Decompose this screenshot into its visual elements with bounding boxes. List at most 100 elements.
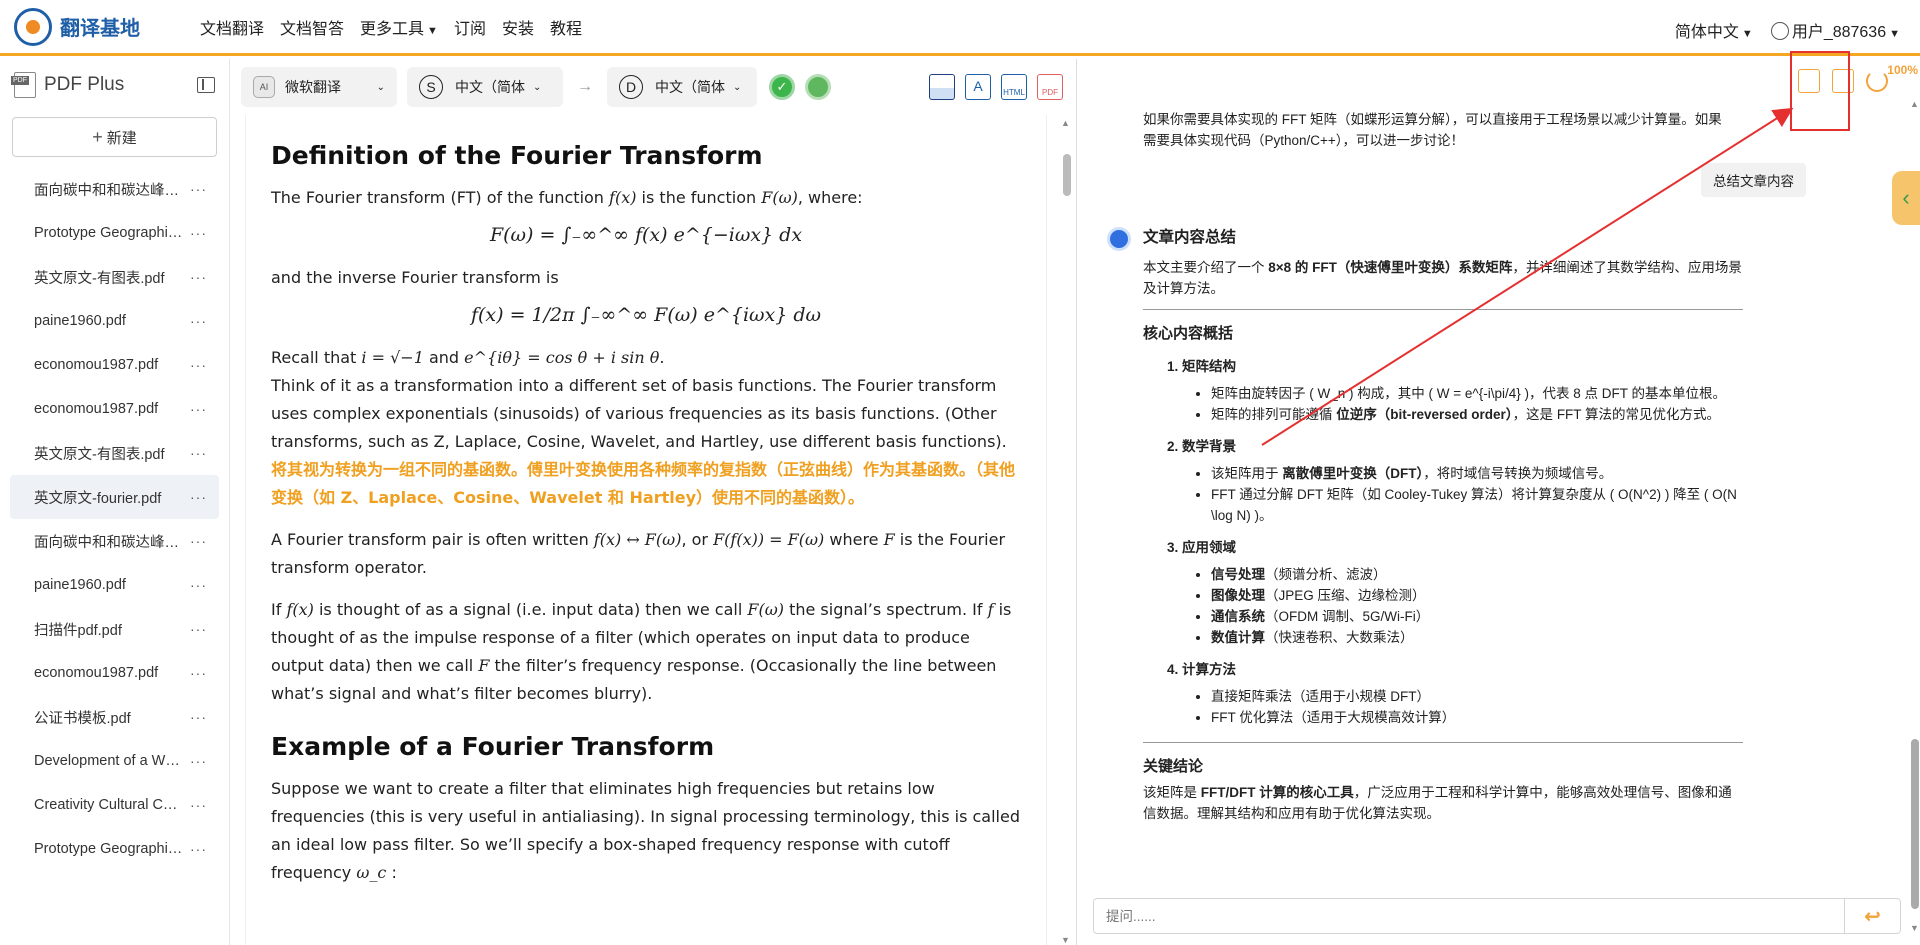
more-options-icon[interactable]: ··· bbox=[190, 841, 207, 857]
source-language-select[interactable]: S 中文（简体 ⌄ bbox=[407, 67, 563, 107]
key-title: 关键结论 bbox=[1143, 758, 1204, 775]
text: 矩阵的排列可能遵循 bbox=[1211, 407, 1337, 422]
engine-select[interactable]: AI 微软翻译 ⌄ bbox=[241, 67, 397, 107]
target-language-select[interactable]: D 中文（简体 ⌄ bbox=[607, 67, 757, 107]
more-options-icon[interactable]: ··· bbox=[190, 709, 207, 725]
document-scrollbar[interactable]: ▲ ▼ bbox=[1061, 118, 1073, 945]
chat-panel: 100% 如果你需要具体实现的 FFT 矩阵（如蝶形运算分解），可以直接用于工程… bbox=[1076, 59, 1920, 945]
logo[interactable]: 翻译基地 bbox=[14, 7, 200, 46]
user-name: 用户_887636 bbox=[1791, 24, 1887, 41]
file-item[interactable]: Creativity Cultural Ca… ··· bbox=[10, 783, 219, 827]
document-view: Definition of the Fourier Transform The … bbox=[245, 115, 1047, 945]
section-matrix: 1. 矩阵结构 矩阵由旋转因子 ( W_n ) 构成，其中 ( W = e^{-… bbox=[1167, 355, 1743, 425]
nav-install[interactable]: 安装 bbox=[502, 15, 534, 39]
text: （JPEG 压缩、边缘检测） bbox=[1265, 588, 1426, 603]
scroll-up-icon[interactable]: ▲ bbox=[1061, 118, 1070, 128]
text: （快速卷积、大数乘法） bbox=[1265, 630, 1414, 645]
nav-more-tools[interactable]: 更多工具 ▼ bbox=[360, 15, 438, 39]
export-pdf-icon[interactable]: PDF bbox=[1037, 74, 1063, 100]
paragraph: Think of it as a transformation into a d… bbox=[271, 376, 1007, 451]
text-bold: 8×8 的 FFT（快速傅里叶变换）系数矩阵 bbox=[1268, 260, 1513, 275]
scroll-down-icon[interactable]: ▼ bbox=[1061, 935, 1070, 945]
language-label: 简体中文 bbox=[1674, 24, 1739, 41]
file-name: 英文原文-fourier.pdf bbox=[34, 490, 162, 507]
nav-doc-translate[interactable]: 文档翻译 bbox=[200, 15, 264, 39]
collaborate-icon[interactable] bbox=[805, 74, 831, 100]
collapse-sidebar-icon[interactable] bbox=[197, 77, 215, 93]
text: 该矩阵用于 bbox=[1211, 466, 1283, 481]
more-options-icon[interactable]: ··· bbox=[190, 313, 207, 329]
send-icon[interactable]: ↩ bbox=[1844, 899, 1900, 933]
file-item[interactable]: 面向碳中和和碳达峰… ··· bbox=[10, 519, 219, 563]
more-options-icon[interactable]: ··· bbox=[190, 269, 207, 285]
logo-text: 翻译基地 bbox=[60, 18, 140, 40]
ask-bar: ↩ bbox=[1093, 898, 1901, 934]
more-options-icon[interactable]: ··· bbox=[190, 401, 207, 417]
more-options-icon[interactable]: ··· bbox=[190, 533, 207, 549]
text: 本文主要介绍了一个 bbox=[1143, 260, 1269, 275]
save-icon[interactable] bbox=[929, 74, 955, 100]
pdf-plus-icon bbox=[11, 72, 36, 98]
export-html-icon[interactable]: HTML bbox=[1001, 74, 1027, 100]
nav-tutorial[interactable]: 教程 bbox=[550, 15, 582, 39]
more-options-icon[interactable]: ··· bbox=[190, 621, 207, 637]
file-item[interactable]: Prototype Geographi… ··· bbox=[10, 211, 219, 255]
more-options-icon[interactable]: ··· bbox=[190, 225, 207, 241]
file-name: paine1960.pdf bbox=[34, 313, 126, 329]
file-item[interactable]: economou1987.pdf ··· bbox=[10, 343, 219, 387]
refresh-icon[interactable] bbox=[1866, 70, 1888, 92]
plus-icon: + bbox=[92, 126, 103, 147]
paragraph: and the inverse Fourier transform is bbox=[271, 268, 559, 287]
file-item[interactable]: Development of a W… ··· bbox=[10, 739, 219, 783]
more-options-icon[interactable]: ··· bbox=[190, 665, 207, 681]
more-options-icon[interactable]: ··· bbox=[190, 445, 207, 461]
nav-more-tools-label: 更多工具 bbox=[360, 20, 425, 38]
more-options-icon[interactable]: ··· bbox=[190, 181, 207, 197]
more-options-icon[interactable]: ··· bbox=[190, 489, 207, 505]
file-item[interactable]: 英文原文-有图表.pdf ··· bbox=[10, 255, 219, 299]
text: . bbox=[659, 348, 665, 367]
scrollbar-thumb[interactable] bbox=[1063, 154, 1071, 196]
file-name: 英文原文-有图表.pdf bbox=[34, 446, 165, 463]
file-item[interactable]: economou1987.pdf ··· bbox=[10, 387, 219, 431]
scrollbar-thumb[interactable] bbox=[1911, 739, 1919, 909]
file-item[interactable]: paine1960.pdf ··· bbox=[10, 563, 219, 607]
section-title: 3. 应用领域 bbox=[1167, 540, 1237, 555]
file-item[interactable]: Prototype Geographi… ··· bbox=[10, 827, 219, 871]
section-heading: Example of a Fourier Transform bbox=[271, 732, 715, 761]
ask-input[interactable] bbox=[1094, 899, 1844, 933]
nav-doc-qa[interactable]: 文档智答 bbox=[280, 15, 344, 39]
list-item: 图像处理（JPEG 压缩、边缘检测） bbox=[1211, 585, 1743, 606]
file-item[interactable]: 英文原文-有图表.pdf ··· bbox=[10, 431, 219, 475]
scroll-up-icon[interactable]: ▲ bbox=[1910, 99, 1919, 109]
list-item: 矩阵的排列可能遵循 位逆序（bit-reversed order），这是 FFT… bbox=[1211, 404, 1743, 425]
file-item[interactable]: 公证书模板.pdf ··· bbox=[10, 695, 219, 739]
file-item[interactable]: 英文原文-fourier.pdf ··· bbox=[10, 475, 219, 519]
text: Recall that bbox=[271, 348, 362, 367]
nav-subscribe[interactable]: 订阅 bbox=[454, 15, 486, 39]
file-name: 英文原文-有图表.pdf bbox=[34, 270, 165, 287]
scroll-down-icon[interactable]: ▼ bbox=[1910, 923, 1919, 933]
more-options-icon[interactable]: ··· bbox=[190, 357, 207, 373]
paragraph: Suppose we want to create a filter that … bbox=[271, 775, 1021, 887]
file-item[interactable]: 扫描件pdf.pdf ··· bbox=[10, 607, 219, 651]
more-options-icon[interactable]: ··· bbox=[190, 753, 207, 769]
file-name: 面向碳中和和碳达峰… bbox=[34, 534, 179, 551]
font-style-icon[interactable]: A bbox=[965, 74, 991, 100]
summarize-button[interactable]: 总结文章内容 bbox=[1701, 163, 1806, 197]
more-options-icon[interactable]: ··· bbox=[190, 577, 207, 593]
text: , or bbox=[681, 530, 714, 549]
new-button[interactable]: + 新建 bbox=[12, 117, 217, 157]
file-item[interactable]: paine1960.pdf ··· bbox=[10, 299, 219, 343]
zoom-level: 100% bbox=[1887, 63, 1918, 77]
paragraph: A Fourier transform pair is often writte… bbox=[271, 526, 1021, 582]
user-menu[interactable]: 用户_887636 ▼ bbox=[1770, 18, 1900, 42]
file-item[interactable]: 面向碳中和和碳达峰… ··· bbox=[10, 167, 219, 211]
language-select[interactable]: 简体中文 ▼ bbox=[1675, 18, 1753, 42]
chat-scrollbar[interactable]: ▲ ▼ bbox=[1910, 99, 1920, 933]
file-name: economou1987.pdf bbox=[34, 401, 159, 417]
more-options-icon[interactable]: ··· bbox=[190, 797, 207, 813]
check-status-icon[interactable]: ✓ bbox=[769, 74, 795, 100]
text: , where: bbox=[797, 188, 863, 207]
file-item[interactable]: economou1987.pdf ··· bbox=[10, 651, 219, 695]
